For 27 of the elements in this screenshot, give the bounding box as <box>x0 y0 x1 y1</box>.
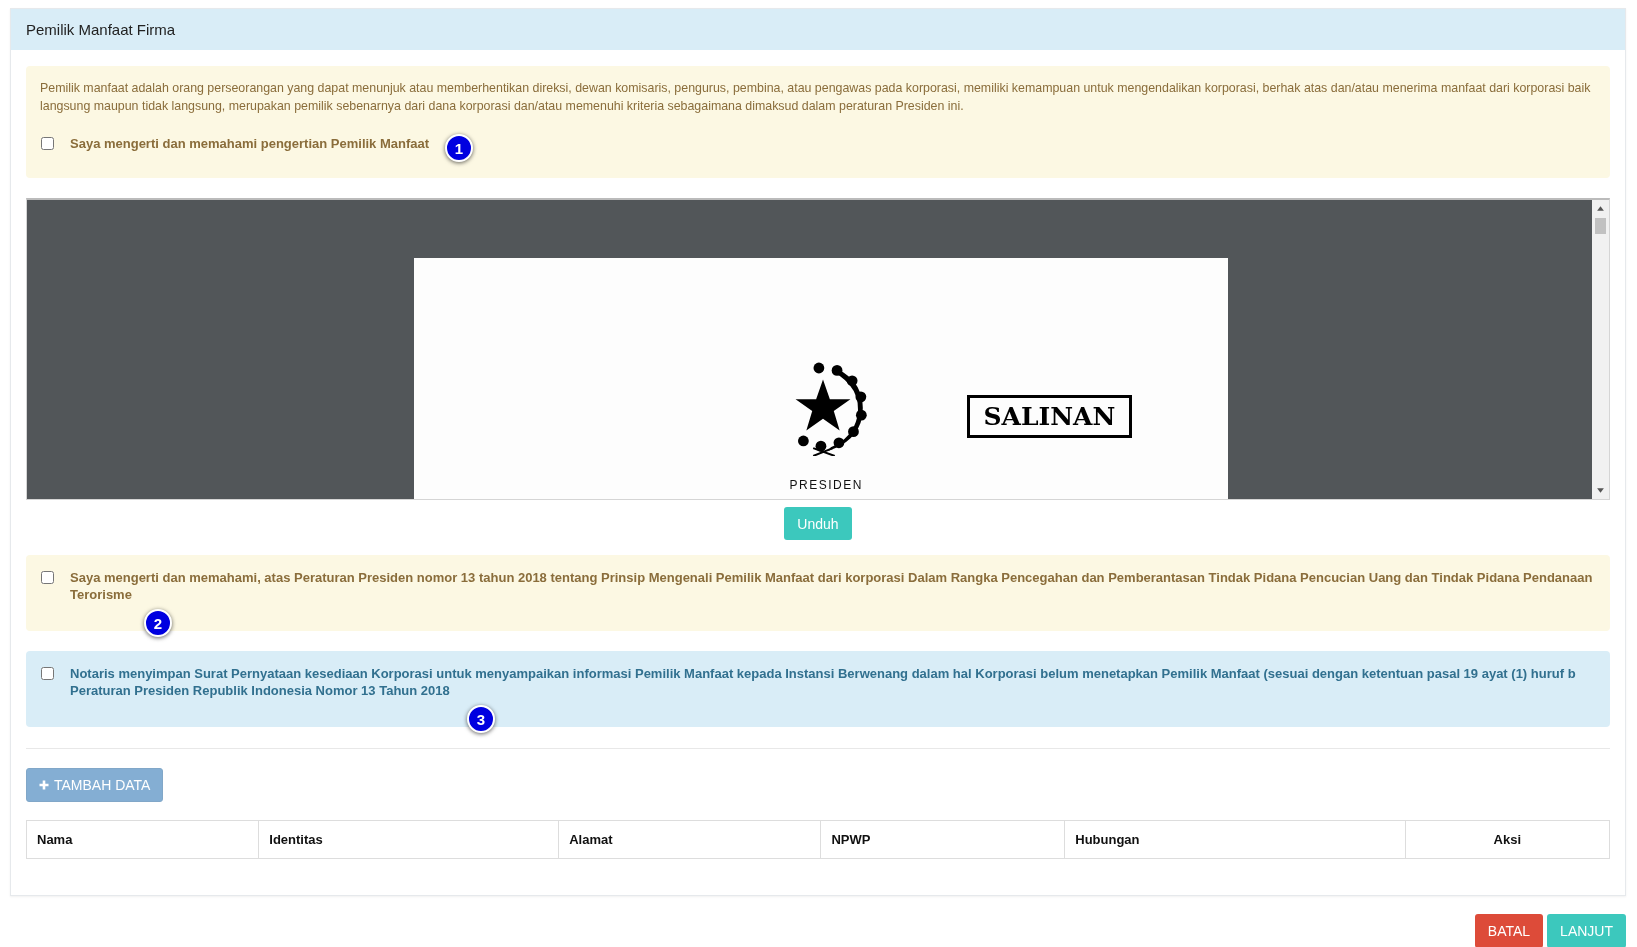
column-header: Nama <box>26 820 259 859</box>
column-header: Hubungan <box>1064 820 1406 859</box>
scrollbar[interactable] <box>1592 200 1609 499</box>
agree-checkbox[interactable] <box>41 137 54 150</box>
footer-button[interactable]: BATAL <box>1474 914 1544 947</box>
checkbox-label: Notaris menyimpan Surat Pernyataan kesediaan Korporasi untuk menyampaikan informasi Pemilik Manfaat kepada Instansi Berwenang dalam hal Korporasi belum menetapkan Pemilik Manfaat (sesuai dengan ketentuan pasal 19 ayat (1) huruf b Peraturan Presiden Republik Indonesia Nomor 13 Tahun 2018 <box>70 665 1577 699</box>
step-number-badge: 1 <box>445 134 473 162</box>
checkbox-label: Saya mengerti dan memahami pengertian Pemilik Manfaat <box>70 135 430 152</box>
checkbox-label: Saya mengerti dan memahami, atas Peraturan Presiden nomor 13 tahun 2018 tentang Prinsip Mengenali Pemilik Manfaat dari korporasi Dalam Rangka Pencegahan dan Pemberantasan Tindak Pidana Pencucian Uang dan Tindak Pidana Pendanaan Terorisme <box>70 569 1594 603</box>
step-number-badge: 2 <box>144 609 172 637</box>
scrollbar-thumb[interactable] <box>1595 218 1606 234</box>
column-header: Alamat <box>558 820 821 859</box>
column-header: NPWP <box>820 820 1065 859</box>
download-button[interactable]: Unduh <box>784 507 852 540</box>
document-heading: PRESIDEN <box>789 478 863 492</box>
step-number-badge: 3 <box>467 705 495 733</box>
panel-title: Pemilik Manfaat Firma <box>26 21 176 38</box>
agree-checkbox[interactable] <box>41 667 54 680</box>
scroll-up-icon[interactable] <box>1596 205 1605 212</box>
footer-button[interactable]: LANJUT <box>1547 914 1626 947</box>
plus-icon <box>39 780 49 790</box>
column-header: Identitas <box>258 820 559 859</box>
scroll-down-icon[interactable] <box>1596 487 1605 494</box>
column-header: Aksi <box>1405 820 1610 859</box>
definition-text: Pemilik manfaat adalah orang perseorangan yang dapat menunjuk atau memberhentikan direksi, dewan komisaris, pengurus, pembina, atau pengawas pada korporasi, memiliki kemampuan untuk mengendalikan korporasi, berhak atas dan/atau menerima manfaat dari korporasi baik langsung maupun tidak langsung, merupakan pemilik sebenarnya dari dana korporasi dan/atau memenuhi kriteria sebagaimana dimaksud dalam peraturan Presiden ini. <box>40 80 1592 115</box>
agree-checkbox[interactable] <box>41 571 54 584</box>
document-stamp: SALINAN <box>966 395 1133 438</box>
